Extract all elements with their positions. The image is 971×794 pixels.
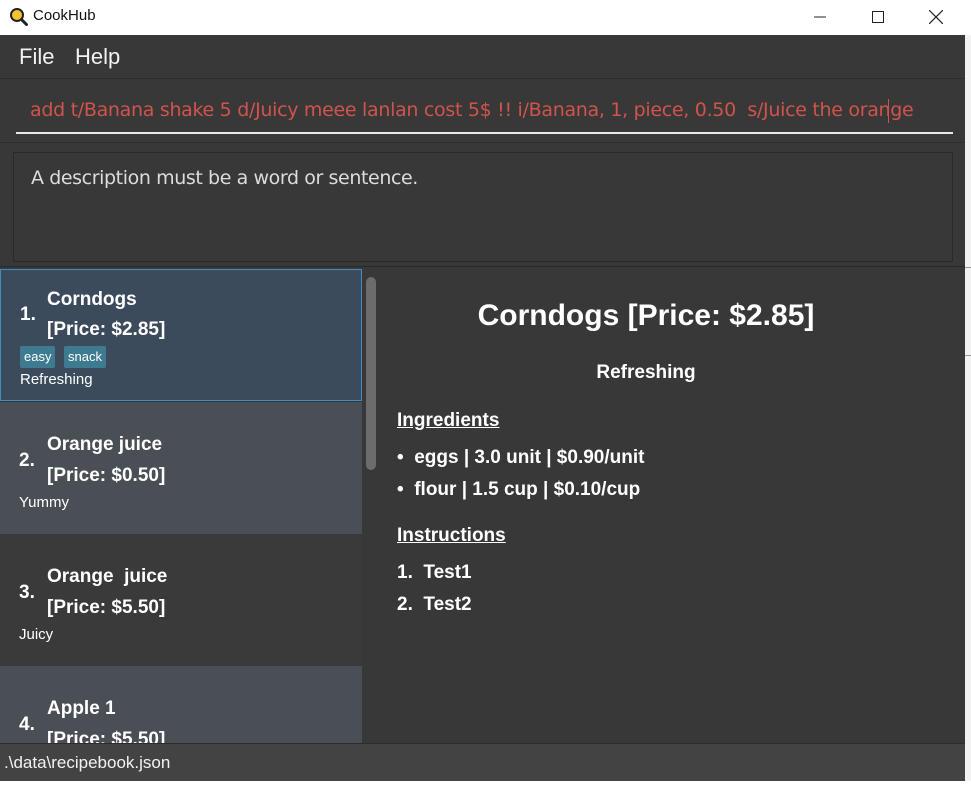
recipe-tag: snack [64, 346, 106, 368]
recipe-tag: easy [20, 346, 56, 368]
close-icon [929, 9, 943, 24]
recipe-index: 2. [19, 450, 35, 471]
recipe-card[interactable]: 1. Corndogs [Price: $2.85] easy snack Re… [0, 269, 362, 401]
edge-divider [965, 267, 971, 268]
minimize-icon [814, 16, 826, 17]
maximize-button[interactable] [855, 0, 901, 33]
recipe-description: Juicy [19, 626, 54, 643]
recipe-index: 1. [20, 304, 36, 325]
recipe-card[interactable]: 4. Apple 1 [Price: $5.50] [0, 666, 362, 743]
instruction-item: 2. Test2 [397, 594, 472, 615]
text-caret [888, 99, 889, 123]
menu-help[interactable]: Help [75, 44, 120, 70]
result-display[interactable]: A description must be a word or sentence… [13, 152, 953, 262]
detail-description: Refreshing [596, 362, 696, 383]
window-edge [965, 35, 971, 781]
recipe-name: Orange juice [47, 434, 163, 455]
ingredients-heading: Ingredients [397, 410, 500, 431]
status-bar: .\data\recipebook.json [0, 743, 965, 781]
scrollbar-thumb[interactable] [366, 277, 376, 470]
ingredient-item: • flour | 1.5 cup | $0.10/cup [397, 479, 641, 500]
command-box [0, 80, 965, 143]
list-scrollbar[interactable] [362, 269, 379, 743]
result-message: A description must be a word or sentence… [31, 167, 418, 189]
app-window: File Help A description must be a word o… [0, 35, 965, 781]
recipe-price: [Price: $2.85] [47, 319, 166, 340]
minimize-button[interactable] [797, 0, 843, 33]
recipe-index: 4. [19, 714, 35, 735]
recipe-name: Orange juice [47, 566, 168, 587]
recipe-card[interactable]: 2. Orange juice [Price: $0.50] Yummy [0, 402, 362, 534]
edge-divider [965, 355, 971, 356]
recipe-name: Apple 1 [47, 698, 116, 719]
result-display-panel: A description must be a word or sentence… [0, 143, 965, 267]
magnifier-logo-icon [10, 8, 28, 26]
recipe-detail-panel: Corndogs [Price: $2.85] Refreshing Ingre… [379, 269, 965, 743]
recipe-card[interactable]: 3. Orange juice [Price: $5.50] Juicy [0, 534, 362, 666]
recipe-list[interactable]: 1. Corndogs [Price: $2.85] easy snack Re… [0, 269, 362, 743]
recipe-name: Corndogs [47, 289, 137, 310]
close-button[interactable] [913, 0, 959, 33]
recipe-description: Yummy [19, 494, 70, 511]
recipe-price: [Price: $5.50] [47, 729, 166, 743]
instruction-item: 1. Test1 [397, 562, 472, 583]
menu-bar: File Help [0, 35, 965, 79]
recipe-price: [Price: $0.50] [47, 465, 166, 486]
window-title-bar: CookHub [0, 0, 971, 35]
detail-title: Corndogs [Price: $2.85] [477, 299, 815, 332]
maximize-icon [872, 10, 884, 23]
menu-file[interactable]: File [19, 44, 54, 70]
command-input[interactable] [16, 88, 953, 134]
save-file-path: .\data\recipebook.json [4, 753, 171, 772]
recipe-price: [Price: $5.50] [47, 597, 166, 618]
recipe-index: 3. [19, 582, 35, 603]
window-title: CookHub [33, 7, 96, 24]
recipe-description: Refreshing [20, 371, 93, 388]
ingredient-item: • eggs | 3.0 unit | $0.90/unit [397, 447, 645, 468]
instructions-heading: Instructions [397, 525, 506, 546]
